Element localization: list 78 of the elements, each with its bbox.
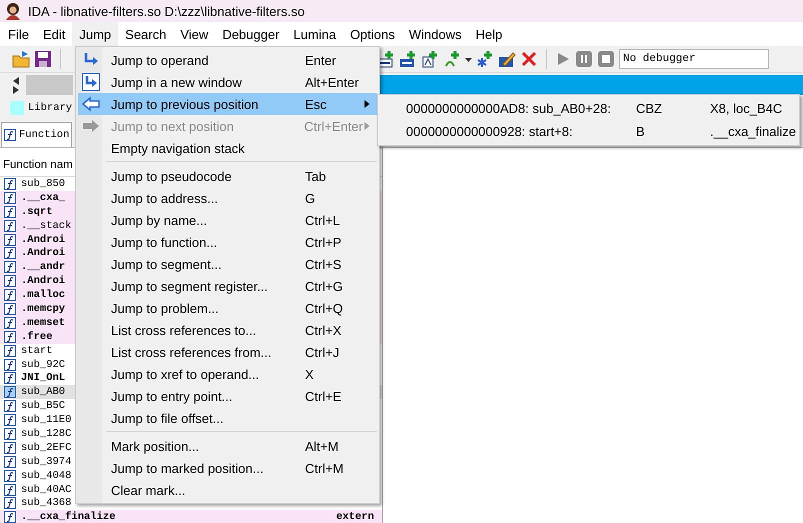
close-icon[interactable] (520, 50, 538, 68)
menu-entry[interactable]: Jump to problem... Ctrl+Q (78, 297, 377, 319)
function-name[interactable]: sub_3974 (21, 456, 72, 468)
menu-entry[interactable]: Jump to marked position... Ctrl+M (78, 457, 377, 479)
function-name[interactable]: .Androi (21, 234, 66, 246)
function-name[interactable]: sub_B5C (21, 400, 66, 412)
menu-item[interactable]: Help (468, 22, 510, 46)
function-name[interactable]: sub_11E0 (21, 414, 72, 426)
menu-entry[interactable]: List cross references to... Ctrl+X (78, 319, 377, 341)
legend-label: Library (28, 102, 72, 114)
menu-entry[interactable]: Jump to pseudocode Tab (78, 165, 377, 187)
function-name[interactable]: sub_4368 (21, 497, 72, 510)
play-icon[interactable] (555, 50, 571, 68)
function-name[interactable]: JNI_OnL (21, 372, 66, 384)
pencil-icon[interactable] (498, 50, 516, 68)
function-name[interactable]: .__cxa_finalize (21, 511, 116, 523)
menu-entry[interactable]: Jump by name... Ctrl+L (78, 209, 377, 231)
function-name[interactable]: .memset (21, 316, 66, 329)
function-name[interactable]: .__cxa_ (21, 192, 66, 204)
segment-name: extern (336, 511, 374, 523)
history-entry[interactable]: 0000000000000AD8: sub_AB0+28: CBZ X8, loc_B4C (404, 97, 797, 120)
legend-swatch (10, 101, 24, 115)
menu-entry[interactable]: Jump to entry point... Ctrl+E (78, 385, 377, 407)
function-name[interactable]: sub_40AC (21, 484, 72, 496)
menu-item[interactable]: Lumina (286, 22, 344, 46)
menu-item[interactable]: Search (118, 22, 174, 46)
function-name[interactable]: sub_128C (21, 428, 72, 440)
menu-entry[interactable]: Jump to file offset... (78, 407, 377, 429)
menu-entry[interactable]: Jump to segment... Ctrl+S (78, 253, 377, 275)
function-name[interactable]: .sqrt (21, 206, 53, 218)
document-plus-icon[interactable] (399, 50, 417, 68)
save-icon[interactable] (34, 50, 52, 68)
right-arrow-icon (82, 117, 100, 135)
function-name[interactable]: .Androi (21, 275, 66, 288)
function-name[interactable]: .malloc (21, 289, 66, 302)
function-name[interactable]: .memcpy (21, 302, 66, 315)
function-name[interactable]: sub_4048 (21, 470, 72, 482)
function-name[interactable]: .__stack (21, 220, 72, 232)
menu-item[interactable]: File (1, 22, 36, 46)
menu-entry[interactable]: Jump to xref to operand... X (78, 363, 377, 385)
menu-entry[interactable]: Mark position... Alt+M (78, 435, 377, 457)
left-arrow-icon (82, 95, 100, 113)
menu-entry[interactable]: Jump to segment register... Ctrl+G (78, 275, 377, 297)
function-tab[interactable]: Function (1, 122, 72, 147)
menu-entry[interactable]: Jump to function... Ctrl+P (78, 231, 377, 253)
menu-entry[interactable]: List cross references from... Ctrl+J (78, 341, 377, 363)
function-name[interactable]: .Androi (21, 247, 66, 260)
menu-item[interactable]: Edit (36, 22, 72, 46)
menu-entry[interactable]: Jump to operand Enter (78, 49, 377, 71)
pause-icon[interactable] (575, 50, 593, 68)
stop-icon[interactable] (597, 50, 615, 68)
menu-entry[interactable]: Jump to previous position Esc (78, 93, 377, 115)
history-entry[interactable]: 0000000000000928: start+8: B .__cxa_finalize (404, 120, 797, 143)
function-name[interactable]: start (21, 344, 53, 357)
menu-entry[interactable]: Clear mark... (78, 479, 377, 501)
function-name[interactable]: sub_850 (21, 178, 66, 190)
menu-entry[interactable]: Empty navigation stack (78, 137, 377, 159)
function-name[interactable]: sub_AB0 (21, 386, 66, 398)
menu-item[interactable]: Jump (72, 22, 118, 46)
menu-entry[interactable]: Jump in a new window Alt+Enter (78, 71, 377, 93)
menu-item[interactable]: Options (343, 22, 402, 46)
function-icon (4, 129, 16, 141)
window-title: IDA - libnative-filters.so D:\zzz\libnative-filters.so (28, 4, 305, 18)
menu-entry[interactable]: Jump to address... G (78, 187, 377, 209)
asterisk-plus-icon[interactable] (476, 50, 494, 68)
function-name[interactable]: .__andr (21, 261, 66, 274)
function-name[interactable]: sub_92C (21, 358, 66, 371)
debugger-field[interactable]: No debugger (619, 49, 769, 69)
app-icon (4, 2, 22, 20)
menu-item[interactable]: View (173, 22, 216, 46)
letter-plus-icon[interactable] (421, 50, 439, 68)
function-name[interactable]: sub_2EFC (21, 442, 72, 454)
function-name[interactable]: .free (21, 330, 53, 343)
column-header: Function nam (3, 159, 73, 171)
menu-item[interactable]: Windows (402, 22, 469, 46)
navigation-arrows-icon[interactable] (12, 76, 20, 94)
open-folder-icon[interactable] (12, 50, 30, 68)
menu-item[interactable]: Debugger (215, 22, 286, 46)
